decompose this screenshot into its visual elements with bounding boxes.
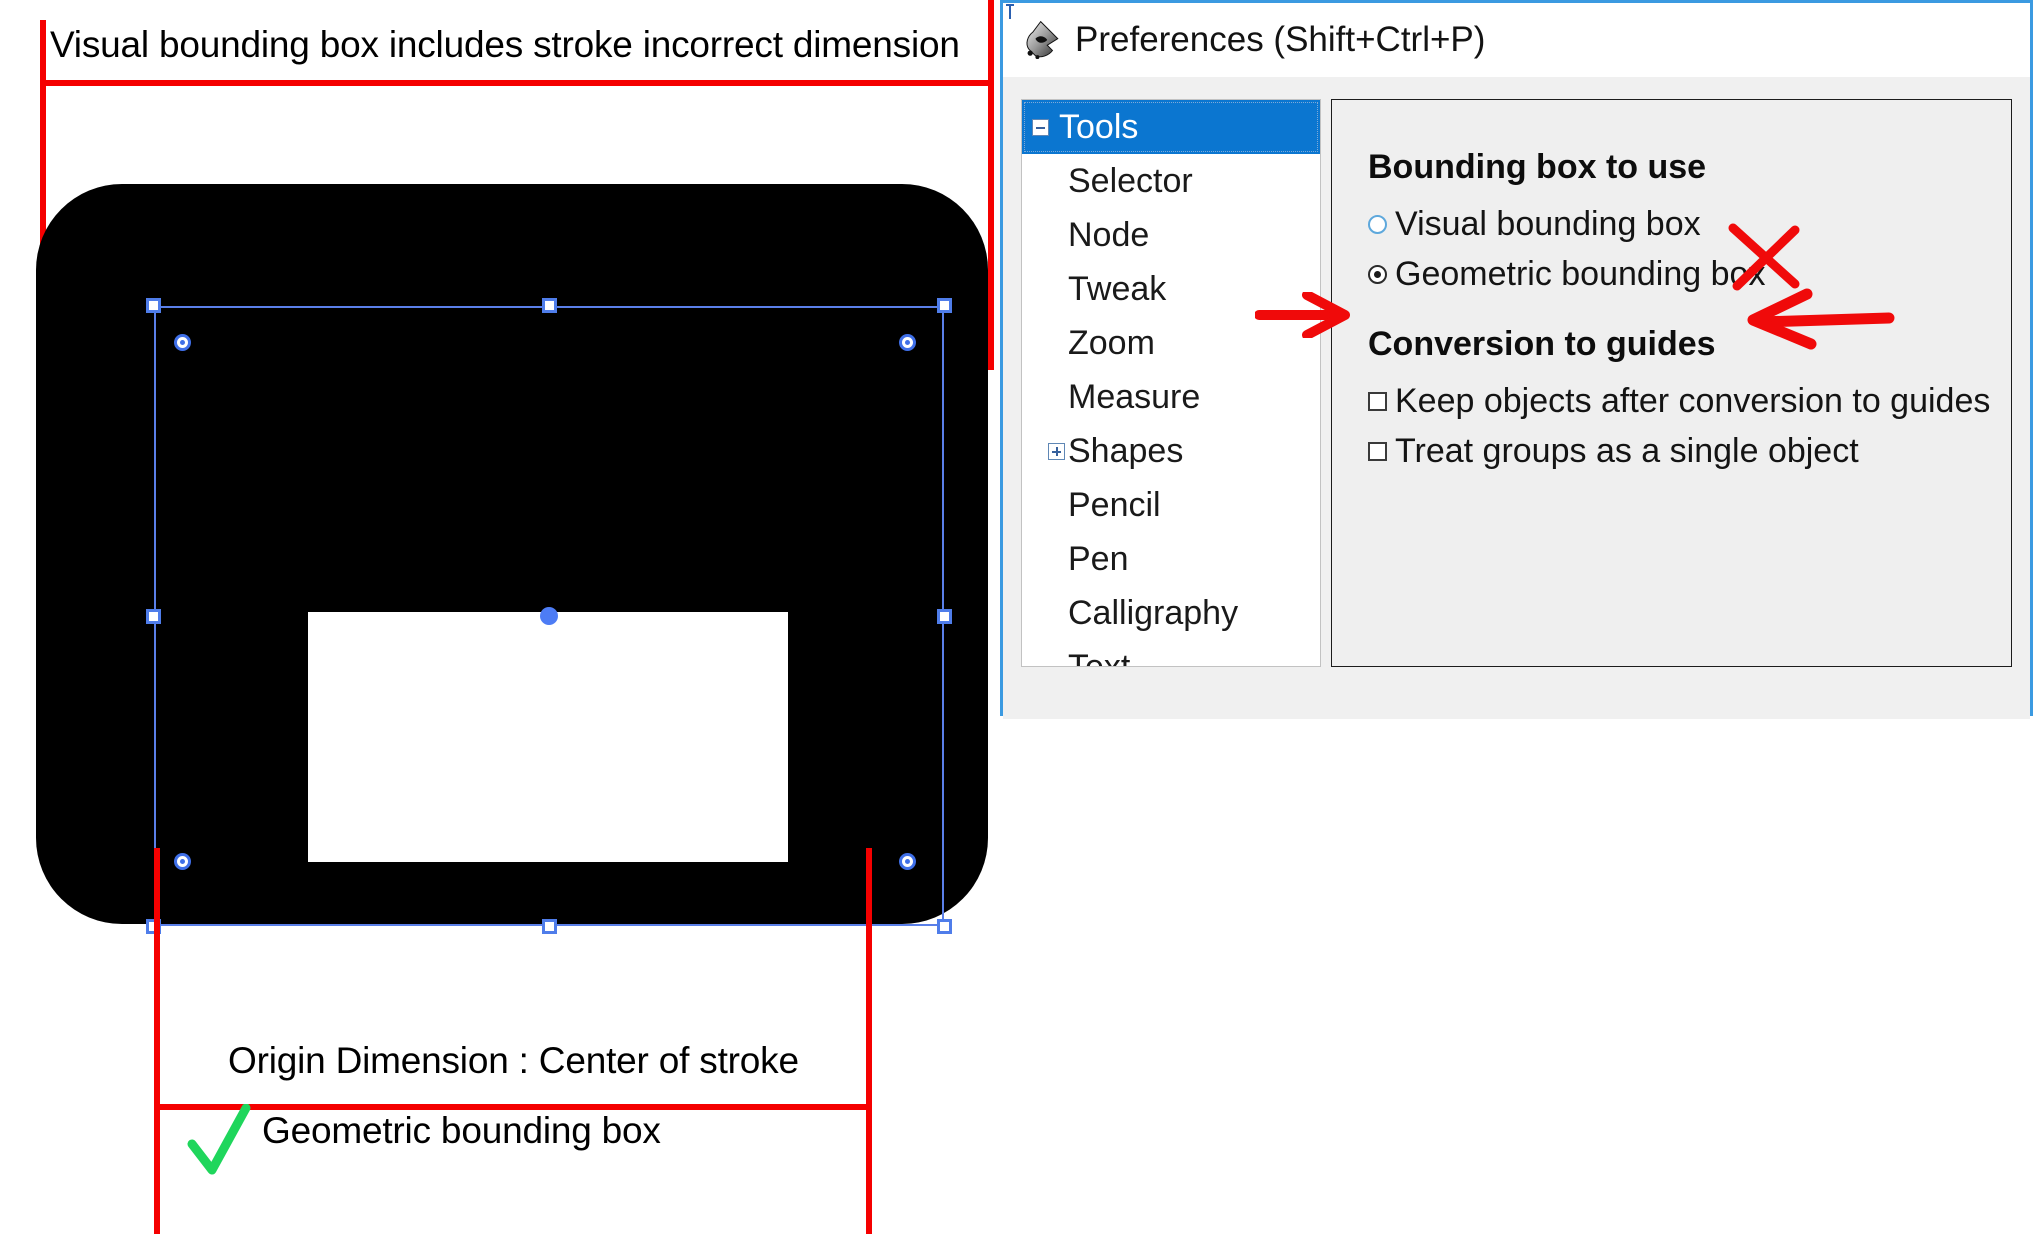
tree-item-tweak[interactable]: Tweak — [1022, 262, 1320, 316]
tree-item-node[interactable]: Node — [1022, 208, 1320, 262]
selection-overlay — [146, 298, 952, 934]
tree-item-text[interactable]: Text — [1022, 640, 1320, 667]
checkbox-label: Keep objects after conversion to guides — [1395, 381, 1991, 420]
resize-handle-middle-left[interactable] — [146, 609, 161, 624]
rotate-handle-bottom-left[interactable] — [174, 853, 191, 870]
checkbox-label: Treat groups as a single object — [1395, 431, 1859, 470]
rotate-handle-top-right[interactable] — [899, 334, 916, 351]
checkbox-unchecked-icon[interactable] — [1368, 441, 1387, 461]
tree-item-label: Pen — [1068, 539, 1129, 578]
inkscape-logo-icon — [1026, 20, 1059, 60]
resize-handle-top-left[interactable] — [146, 298, 161, 313]
red-guide-top-horizontal — [40, 80, 994, 86]
preferences-window: Preferences (Shift+Ctrl+P) Tools Selecto… — [1000, 0, 2033, 719]
preferences-title: Preferences (Shift+Ctrl+P) — [1075, 20, 1486, 59]
tree-item-shapes[interactable]: Shapes — [1022, 424, 1320, 478]
top-annotation-text: Visual bounding box includes stroke inco… — [50, 24, 960, 65]
expand-expander-icon[interactable] — [1048, 442, 1065, 460]
radio-visual-bounding-box[interactable]: Visual bounding box — [1368, 199, 2011, 249]
resize-handle-middle-right[interactable] — [937, 609, 952, 624]
preferences-body: Tools Selector Node Tweak Zoom Measure S… — [1003, 77, 2030, 719]
resize-handle-bottom-center[interactable] — [542, 919, 557, 934]
checkbox-keep-objects[interactable]: Keep objects after conversion to guides — [1368, 376, 2011, 426]
bounding-box-group-title: Bounding box to use — [1368, 148, 1707, 186]
resize-handle-top-right[interactable] — [937, 298, 952, 313]
settings-pane: Bounding box to use Visual bounding box … — [1331, 99, 2012, 667]
scrollbar-tick-icon — [1006, 4, 1014, 19]
checkbox-unchecked-icon[interactable] — [1368, 391, 1387, 411]
origin-dimension-text: Origin Dimension : Center of stroke — [228, 1040, 799, 1081]
conversion-group-title: Conversion to guides — [1368, 325, 1716, 363]
tree-item-label: Measure — [1068, 377, 1201, 416]
canvas-artwork — [36, 184, 988, 934]
tree-item-measure[interactable]: Measure — [1022, 370, 1320, 424]
collapse-expander-icon[interactable] — [1032, 118, 1049, 136]
rotate-handle-top-left[interactable] — [174, 334, 191, 351]
illustration-panel: Visual bounding box includes stroke inco… — [0, 0, 1000, 1234]
tree-item-tools[interactable]: Tools — [1022, 100, 1320, 154]
tree-item-label: Pencil — [1068, 485, 1161, 524]
tree-item-label: Calligraphy — [1068, 593, 1239, 632]
red-guide-bottom-right-vertical — [866, 848, 872, 1234]
red-guide-bottom-left-vertical — [154, 848, 160, 1234]
tree-item-pen[interactable]: Pen — [1022, 532, 1320, 586]
rotate-handle-bottom-right[interactable] — [899, 853, 916, 870]
radio-label: Geometric bounding box — [1395, 254, 1766, 293]
rotation-center-dot[interactable] — [540, 607, 558, 625]
radio-selected-icon[interactable] — [1368, 264, 1387, 284]
radio-geometric-bounding-box[interactable]: Geometric bounding box — [1368, 249, 2011, 299]
geometric-bounding-box-text: Geometric bounding box — [262, 1110, 661, 1151]
resize-handle-bottom-right[interactable] — [937, 919, 952, 934]
red-guide-right-vertical — [988, 0, 994, 370]
tree-item-calligraphy[interactable]: Calligraphy — [1022, 586, 1320, 640]
tree-item-zoom[interactable]: Zoom — [1022, 316, 1320, 370]
tree-item-label: Shapes — [1068, 431, 1184, 470]
radio-unselected-icon[interactable] — [1368, 214, 1387, 234]
green-check-icon — [187, 1104, 251, 1175]
tree-item-label: Node — [1068, 215, 1150, 254]
preferences-titlebar: Preferences (Shift+Ctrl+P) — [1003, 3, 2030, 77]
tree-item-label: Selector — [1068, 161, 1193, 200]
tree-item-label: Tweak — [1068, 269, 1167, 308]
preferences-tree[interactable]: Tools Selector Node Tweak Zoom Measure S… — [1021, 99, 1321, 667]
resize-handle-top-center[interactable] — [542, 298, 557, 313]
checkbox-treat-groups[interactable]: Treat groups as a single object — [1368, 426, 2011, 476]
tree-item-pencil[interactable]: Pencil — [1022, 478, 1320, 532]
radio-label: Visual bounding box — [1395, 204, 1701, 243]
tree-item-label: Text — [1068, 647, 1131, 667]
tree-item-selector[interactable]: Selector — [1022, 154, 1320, 208]
tree-item-label: Tools — [1059, 107, 1139, 146]
tree-item-label: Zoom — [1068, 323, 1155, 362]
